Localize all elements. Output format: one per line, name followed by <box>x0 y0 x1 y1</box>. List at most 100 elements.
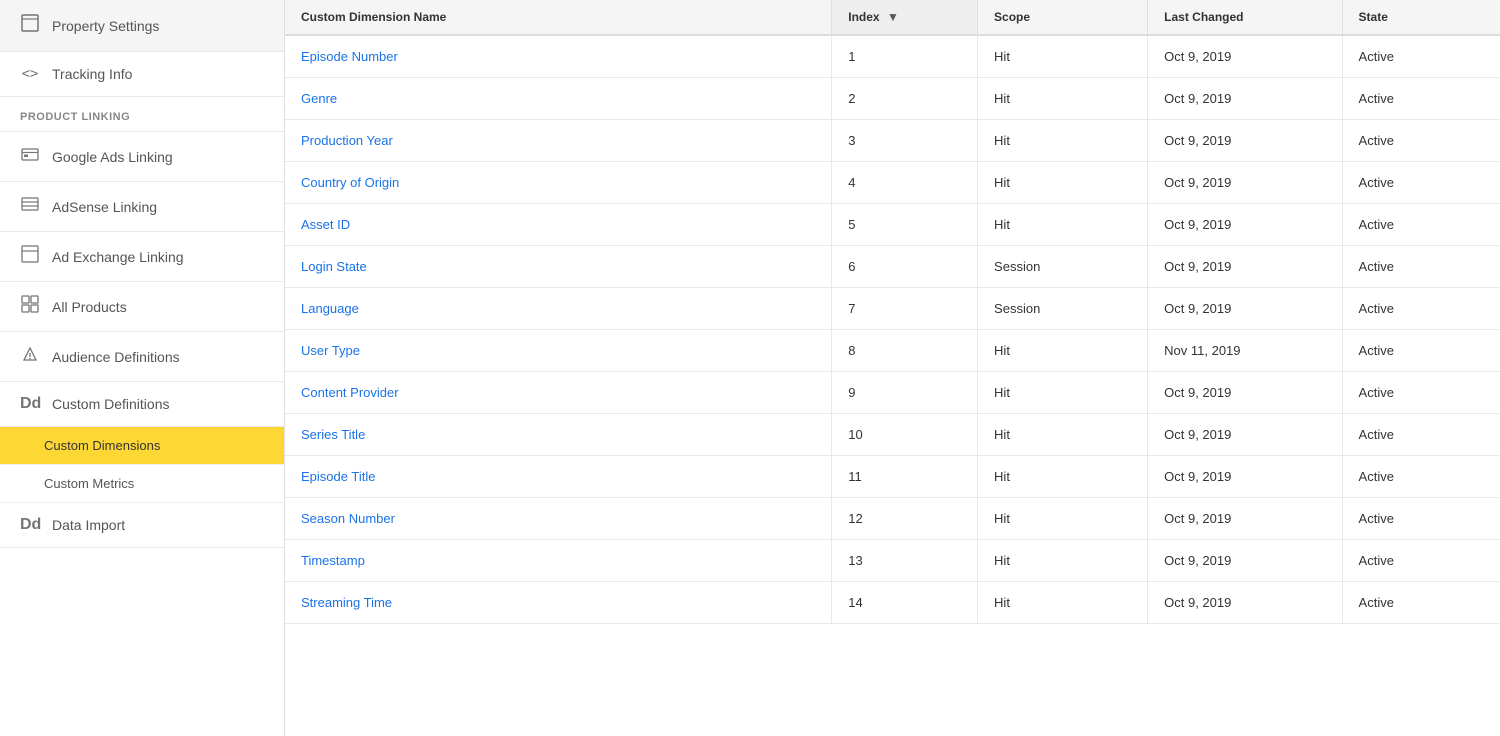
dimension-name-link[interactable]: Episode Number <box>301 49 398 64</box>
dimension-name-link[interactable]: Language <box>301 301 359 316</box>
table-row: Production Year3HitOct 9, 2019Active <box>285 120 1500 162</box>
adsense-icon <box>20 195 40 218</box>
dimension-name-link[interactable]: Production Year <box>301 133 393 148</box>
cell-name[interactable]: Production Year <box>285 120 832 162</box>
cell-name[interactable]: Episode Title <box>285 456 832 498</box>
table-row: Country of Origin4HitOct 9, 2019Active <box>285 162 1500 204</box>
cell-scope: Hit <box>978 162 1148 204</box>
cell-scope: Session <box>978 246 1148 288</box>
dimension-name-link[interactable]: Episode Title <box>301 469 375 484</box>
sidebar-item-label: Data Import <box>52 517 125 533</box>
cell-state: Active <box>1342 372 1500 414</box>
cell-index: 7 <box>832 288 978 330</box>
sidebar-item-data-import[interactable]: Dd Data Import <box>0 503 284 548</box>
cell-state: Active <box>1342 582 1500 624</box>
sidebar-item-custom-definitions[interactable]: Dd Custom Definitions <box>0 382 284 427</box>
col-header-index[interactable]: Index ▼ <box>832 0 978 35</box>
sort-arrow-icon: ▼ <box>887 10 899 24</box>
cell-index: 13 <box>832 540 978 582</box>
dimension-name-link[interactable]: User Type <box>301 343 360 358</box>
cell-last-changed: Oct 9, 2019 <box>1148 288 1342 330</box>
cell-name[interactable]: Genre <box>285 78 832 120</box>
audience-icon <box>20 345 40 368</box>
cell-scope: Hit <box>978 35 1148 78</box>
cell-scope: Hit <box>978 498 1148 540</box>
cell-name[interactable]: Language <box>285 288 832 330</box>
sidebar-item-google-ads-linking[interactable]: Google Ads Linking <box>0 132 284 182</box>
cell-index: 12 <box>832 498 978 540</box>
cell-name[interactable]: Asset ID <box>285 204 832 246</box>
dimension-name-link[interactable]: Country of Origin <box>301 175 399 190</box>
sidebar-item-label: Audience Definitions <box>52 349 180 365</box>
table-row: Login State6SessionOct 9, 2019Active <box>285 246 1500 288</box>
cell-state: Active <box>1342 288 1500 330</box>
cell-state: Active <box>1342 330 1500 372</box>
dimension-name-link[interactable]: Season Number <box>301 511 395 526</box>
table-row: Season Number12HitOct 9, 2019Active <box>285 498 1500 540</box>
col-header-scope[interactable]: Scope <box>978 0 1148 35</box>
dimension-name-link[interactable]: Genre <box>301 91 337 106</box>
cell-last-changed: Oct 9, 2019 <box>1148 246 1342 288</box>
cell-state: Active <box>1342 78 1500 120</box>
table-row: Streaming Time 14HitOct 9, 2019Active <box>285 582 1500 624</box>
table-row: Language7SessionOct 9, 2019Active <box>285 288 1500 330</box>
cell-state: Active <box>1342 456 1500 498</box>
sidebar-item-ad-exchange-linking[interactable]: Ad Exchange Linking <box>0 232 284 282</box>
main-content: Custom Dimension Name Index ▼ Scope Last… <box>285 0 1500 736</box>
cell-index: 9 <box>832 372 978 414</box>
cell-state: Active <box>1342 540 1500 582</box>
sidebar-item-all-products[interactable]: All Products <box>0 282 284 332</box>
cell-state: Active <box>1342 35 1500 78</box>
cell-name[interactable]: Login State <box>285 246 832 288</box>
cell-name[interactable]: Episode Number <box>285 35 832 78</box>
sidebar-item-custom-metrics[interactable]: Custom Metrics <box>0 465 284 503</box>
sidebar-item-property-settings[interactable]: Property Settings <box>0 0 284 52</box>
table-row: Episode Title11HitOct 9, 2019Active <box>285 456 1500 498</box>
product-linking-section: PRODUCT LINKING <box>0 97 284 132</box>
cell-last-changed: Oct 9, 2019 <box>1148 582 1342 624</box>
custom-dimensions-table: Custom Dimension Name Index ▼ Scope Last… <box>285 0 1500 624</box>
sidebar-item-custom-dimensions[interactable]: Custom Dimensions <box>0 427 284 465</box>
cell-name[interactable]: User Type <box>285 330 832 372</box>
col-header-name[interactable]: Custom Dimension Name <box>285 0 832 35</box>
cell-last-changed: Oct 9, 2019 <box>1148 204 1342 246</box>
cell-name[interactable]: Content Provider <box>285 372 832 414</box>
google-ads-icon <box>20 145 40 168</box>
cell-index: 2 <box>832 78 978 120</box>
cell-name[interactable]: Streaming Time <box>285 582 832 624</box>
cell-state: Active <box>1342 120 1500 162</box>
dimension-name-link[interactable]: Timestamp <box>301 553 365 568</box>
cell-scope: Hit <box>978 456 1148 498</box>
cell-state: Active <box>1342 246 1500 288</box>
cell-scope: Hit <box>978 330 1148 372</box>
cell-name[interactable]: Country of Origin <box>285 162 832 204</box>
cell-index: 14 <box>832 582 978 624</box>
custom-definitions-icon: Dd <box>20 395 40 413</box>
col-header-last-changed[interactable]: Last Changed <box>1148 0 1342 35</box>
sidebar-item-tracking-info[interactable]: <> Tracking Info <box>0 52 284 97</box>
dimension-name-link[interactable]: Asset ID <box>301 217 350 232</box>
table-row: Asset ID5HitOct 9, 2019Active <box>285 204 1500 246</box>
cell-scope: Hit <box>978 372 1148 414</box>
dimension-name-link[interactable]: Streaming Time <box>301 595 392 610</box>
dimension-name-link[interactable]: Login State <box>301 259 367 274</box>
cell-name[interactable]: Season Number <box>285 498 832 540</box>
cell-index: 5 <box>832 204 978 246</box>
sidebar-sub-item-label: Custom Metrics <box>44 476 134 491</box>
dimension-name-link[interactable]: Content Provider <box>301 385 399 400</box>
cell-state: Active <box>1342 498 1500 540</box>
property-settings-icon <box>20 14 40 37</box>
dimension-name-link[interactable]: Series Title <box>301 427 365 442</box>
col-header-state[interactable]: State <box>1342 0 1500 35</box>
cell-name[interactable]: Timestamp <box>285 540 832 582</box>
cell-scope: Hit <box>978 414 1148 456</box>
cell-scope: Hit <box>978 582 1148 624</box>
cell-last-changed: Oct 9, 2019 <box>1148 414 1342 456</box>
sidebar-item-adsense-linking[interactable]: AdSense Linking <box>0 182 284 232</box>
table-row: Genre2HitOct 9, 2019Active <box>285 78 1500 120</box>
sidebar-item-audience-definitions[interactable]: Audience Definitions <box>0 332 284 382</box>
cell-index: 11 <box>832 456 978 498</box>
table-row: Episode Number1HitOct 9, 2019Active <box>285 35 1500 78</box>
cell-name[interactable]: Series Title <box>285 414 832 456</box>
cell-state: Active <box>1342 414 1500 456</box>
